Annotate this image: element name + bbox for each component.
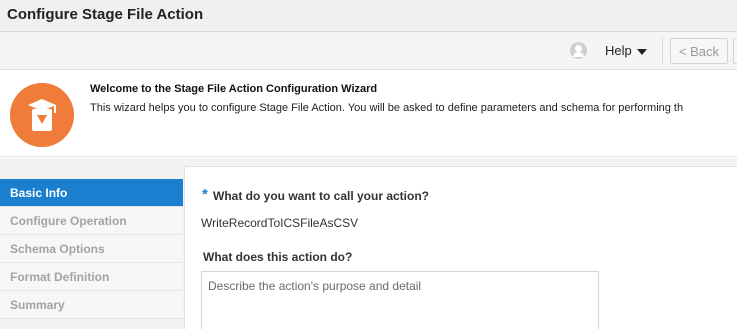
window-title: Configure Stage File Action (7, 6, 204, 23)
welcome-description: This wizard helps you to configure Stage… (90, 102, 684, 114)
step-schema-options[interactable]: Schema Options (0, 235, 183, 263)
caret-down-icon (636, 48, 647, 55)
toolbar-divider (662, 38, 663, 64)
action-name-label: What do you want to call your action? (213, 189, 430, 203)
step-basic-info[interactable]: Basic Info (0, 179, 183, 207)
action-description-label: What does this action do? (203, 250, 353, 264)
step-summary[interactable]: Summary (0, 291, 183, 319)
step-configure-operation[interactable]: Configure Operation (0, 207, 183, 235)
basic-info-form: * What do you want to call your action? … (184, 166, 737, 329)
wizard-steps: Basic Info Configure Operation Schema Op… (0, 179, 183, 319)
wizard-icon (10, 83, 74, 147)
action-name-field[interactable]: WriteRecordToICSFileAsCSV (201, 216, 358, 230)
help-label: Help (605, 43, 632, 58)
next-button[interactable] (733, 38, 737, 64)
required-marker: * (202, 186, 208, 203)
action-description-input[interactable]: Describe the action's purpose and detail (201, 271, 599, 329)
toolbar: Help < Back (0, 32, 737, 70)
help-menu[interactable]: Help (605, 43, 647, 58)
back-button[interactable]: < Back (670, 38, 728, 64)
step-format-definition[interactable]: Format Definition (0, 263, 183, 291)
user-icon[interactable] (570, 42, 587, 59)
welcome-title: Welcome to the Stage File Action Configu… (90, 83, 378, 95)
title-bar: Configure Stage File Action (0, 0, 737, 32)
welcome-banner: Welcome to the Stage File Action Configu… (0, 71, 737, 157)
